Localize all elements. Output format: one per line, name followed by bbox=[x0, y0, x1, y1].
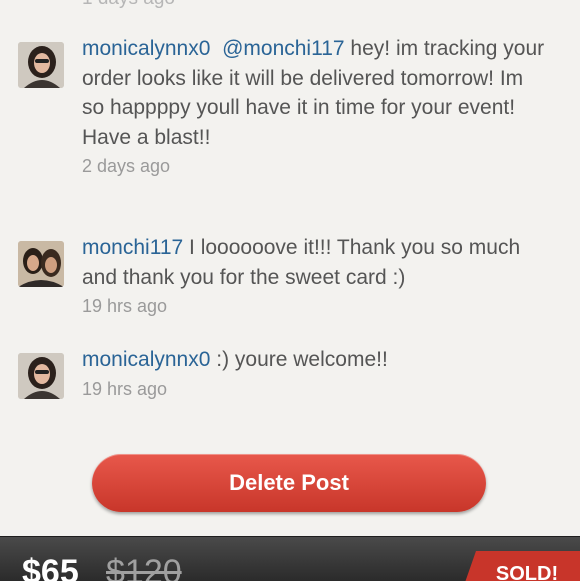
comment-timestamp: 2 days ago bbox=[82, 156, 171, 176]
user-avatar-icon[interactable] bbox=[18, 353, 64, 399]
comment-text: :) youre welcome!! bbox=[210, 348, 388, 371]
comment-username[interactable]: monicalynnx0 bbox=[82, 37, 210, 60]
comment-mention[interactable]: @monchi117 bbox=[222, 37, 345, 60]
listing-price: $65 bbox=[22, 553, 79, 581]
previous-timestamp: 1 days ago bbox=[82, 0, 175, 10]
user-avatar-icon[interactable] bbox=[18, 241, 64, 287]
listing-footer-bar: $65 $120 SOLD! bbox=[0, 536, 580, 581]
comment-body: monchi117 I loooooove it!!! Thank you so… bbox=[82, 233, 550, 318]
sold-badge: SOLD! bbox=[462, 551, 580, 581]
comment-timestamp: 19 hrs ago bbox=[82, 296, 168, 316]
comment-username[interactable]: monchi117 bbox=[82, 236, 183, 259]
comment-body: monicalynnx0 :) youre welcome!! 19 hrs a… bbox=[82, 345, 550, 401]
comment-timestamp: 19 hrs ago bbox=[82, 378, 168, 399]
delete-post-button[interactable]: Delete Post bbox=[92, 454, 486, 512]
original-price: $120 bbox=[106, 553, 182, 581]
user-avatar-icon[interactable] bbox=[18, 42, 64, 88]
comment-body: monicalynnx0 @monchi117 hey! im tracking… bbox=[82, 34, 550, 178]
comment-username[interactable]: monicalynnx0 bbox=[82, 348, 210, 371]
